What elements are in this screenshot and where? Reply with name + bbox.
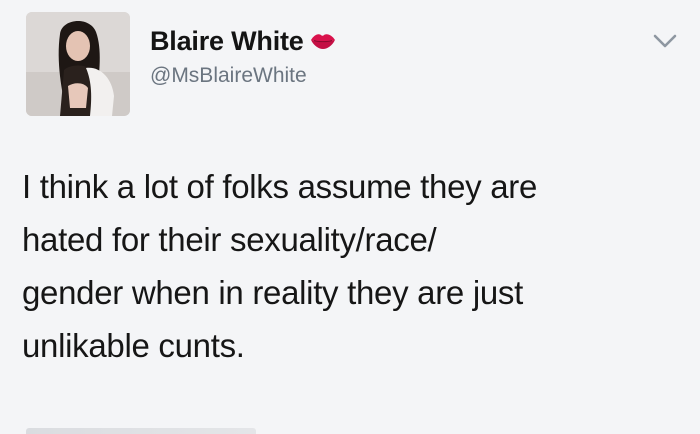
avatar-image	[26, 12, 130, 116]
user-handle[interactable]: @MsBlaireWhite	[150, 64, 307, 88]
timestamp-placeholder	[26, 428, 256, 434]
tweet-text-line: gender when in reality they are just	[22, 274, 523, 311]
chevron-down-icon[interactable]	[652, 32, 678, 50]
kiss-lips-icon	[310, 32, 336, 50]
avatar[interactable]	[26, 12, 130, 116]
tweet-text-line: unlikable cunts.	[22, 327, 245, 364]
tweet-card: Blaire White @MsBlaireWhite I think a lo…	[0, 0, 700, 434]
display-name[interactable]: Blaire White	[150, 26, 304, 57]
tweet-text-line: hated for their sexuality/race/	[22, 221, 437, 258]
name-row: Blaire White	[150, 24, 336, 58]
tweet-text-line: I think a lot of folks assume they are	[22, 168, 538, 205]
tweet-text: I think a lot of folks assume they are h…	[22, 160, 682, 372]
